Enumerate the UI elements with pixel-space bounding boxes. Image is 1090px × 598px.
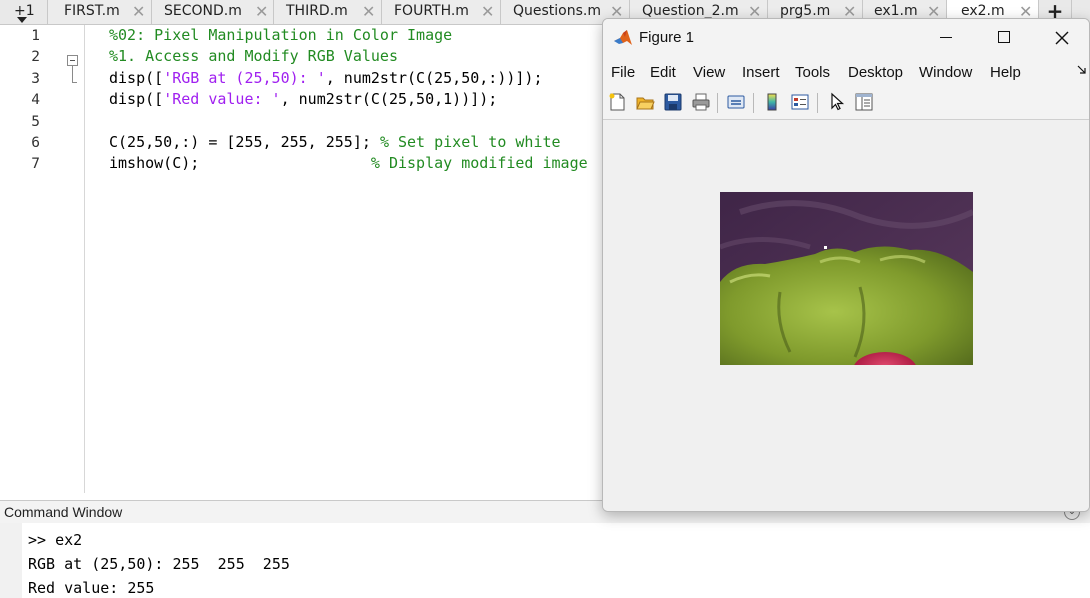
property-inspector-icon[interactable] xyxy=(854,92,874,112)
menu-window[interactable]: Window xyxy=(919,64,972,81)
line-number: 4 xyxy=(31,92,40,109)
editor-tab-label: FIRST.m xyxy=(64,3,120,19)
save-icon[interactable] xyxy=(663,92,683,112)
editor-tab[interactable]: THIRD.m ✕ xyxy=(273,0,381,24)
editor-tab[interactable]: SECOND.m ✕ xyxy=(151,0,273,24)
command-window[interactable]: >> ex2 RGB at (25,50): 255 255 255 Red val… xyxy=(0,523,1090,598)
code-line: disp(['Red value: ', num2str(C(25,50,1))… xyxy=(109,89,497,110)
line-number: 6 xyxy=(31,135,40,151)
print-icon[interactable] xyxy=(691,92,711,112)
code-line: C(25,50,:) = [255, 255, 255]; % Set pixe… xyxy=(109,132,561,153)
editor-tab-label: THIRD.m xyxy=(286,3,348,19)
code-string: 'Red value: ' xyxy=(163,90,281,109)
fold-guide-line xyxy=(72,66,73,83)
command-prompt-line: >> ex2 xyxy=(28,531,83,549)
open-file-icon[interactable] xyxy=(635,92,655,112)
matlab-logo-icon xyxy=(614,30,632,45)
menu-desktop[interactable]: Desktop xyxy=(848,64,903,81)
new-figure-icon[interactable] xyxy=(607,92,627,112)
command-output-line: RGB at (25,50): 255 255 255 xyxy=(28,555,290,573)
figure-titlebar[interactable]: Figure 1 xyxy=(603,19,1089,57)
close-button[interactable] xyxy=(1039,25,1085,51)
maximize-icon xyxy=(998,31,1010,43)
colorbar-icon[interactable] xyxy=(762,92,782,112)
minimize-button[interactable] xyxy=(923,25,969,51)
code-text: disp([ xyxy=(109,68,164,87)
line-number: 3 xyxy=(31,70,40,87)
editor-tab-label: Question_2.m xyxy=(642,3,739,19)
close-tab-icon[interactable]: ✕ xyxy=(481,2,494,21)
code-text: , num2str(C(25,50,:))]); xyxy=(325,68,543,87)
code-line: %1. Access and Modify RGB Values xyxy=(109,46,398,67)
figure-menubar: File Edit View Insert Tools Desktop Window Help xyxy=(603,57,1089,87)
close-tab-icon[interactable]: ✕ xyxy=(132,2,145,21)
code-text: imshow(C); xyxy=(109,154,371,173)
minimize-icon xyxy=(940,37,952,38)
menu-overflow-arrow-icon[interactable] xyxy=(1077,65,1087,75)
figure-toolbar xyxy=(603,87,1089,120)
code-line: disp(['RGB at (25,50): ', num2str(C(25,5… xyxy=(109,68,543,89)
menu-edit[interactable]: Edit xyxy=(650,64,676,81)
menu-help[interactable]: Help xyxy=(990,64,1021,81)
select-pointer-icon[interactable] xyxy=(827,92,847,112)
code-text: , num2str(C(25,50,1))]); xyxy=(280,90,498,109)
code-comment: %02: Pixel Manipulation in Color Image xyxy=(109,26,453,44)
line-number: 5 xyxy=(31,113,40,130)
link-icon[interactable] xyxy=(726,92,746,112)
figure-title: Figure 1 xyxy=(639,29,695,46)
close-tab-icon[interactable]: ✕ xyxy=(255,2,268,21)
more-tabs-button[interactable]: +1 xyxy=(0,0,46,24)
code-comment: % Display modified image xyxy=(370,154,588,173)
code-line: %02: Pixel Manipulation in Color Image xyxy=(109,25,452,46)
code-comment: % Set pixel to white xyxy=(379,133,561,151)
fold-guide-end xyxy=(72,82,77,83)
legend-icon[interactable] xyxy=(790,92,810,112)
editor-tab-label: ex1.m xyxy=(874,3,918,19)
code-fold-toggle-icon[interactable] xyxy=(67,55,78,66)
editor-tab-label: FOURTH.m xyxy=(394,3,469,19)
code-text: disp([ xyxy=(109,90,164,109)
maximize-button[interactable] xyxy=(981,25,1027,51)
menu-insert[interactable]: Insert xyxy=(742,64,780,81)
editor-tab-label: ex2.m xyxy=(961,3,1005,19)
figure-canvas xyxy=(603,120,1089,511)
code-line: imshow(C); % Display modified image xyxy=(109,153,588,174)
displayed-image xyxy=(720,192,973,365)
editor-tab[interactable]: FOURTH.m ✕ xyxy=(381,0,500,24)
editor-tab-label: SECOND.m xyxy=(164,3,242,19)
toolbar-separator xyxy=(753,93,754,113)
code-text: C(25,50,:) = [255, 255, 255]; xyxy=(109,133,380,151)
toolbar-separator xyxy=(717,93,718,113)
line-number: 1 xyxy=(31,28,40,44)
close-icon xyxy=(1055,31,1069,45)
dropdown-caret-icon xyxy=(17,17,27,23)
editor-tab[interactable]: FIRST.m ✕ xyxy=(47,0,151,24)
toolbar-separator xyxy=(817,93,818,113)
menu-view[interactable]: View xyxy=(693,64,725,81)
editor-tab-label: Questions.m xyxy=(513,3,601,19)
line-number: 7 xyxy=(31,156,40,173)
command-output-line: Red value: 255 xyxy=(28,579,155,597)
figure-window: Figure 1 File Edit View Insert Tools Desktop W… xyxy=(602,18,1090,512)
editor-gutter: 1 2 3 4 5 6 7 xyxy=(0,25,85,493)
code-string: 'RGB at (25,50): ' xyxy=(163,68,326,87)
close-tab-icon[interactable]: ✕ xyxy=(362,2,375,21)
command-window-title: Command Window xyxy=(4,504,123,520)
editor-tab-label: prg5.m xyxy=(780,3,831,19)
code-comment: %1. Access and Modify RGB Values xyxy=(109,47,398,66)
command-window-gutter xyxy=(0,523,22,598)
menu-file[interactable]: File xyxy=(611,64,635,81)
line-number: 2 xyxy=(31,49,40,66)
menu-tools[interactable]: Tools xyxy=(795,64,830,81)
